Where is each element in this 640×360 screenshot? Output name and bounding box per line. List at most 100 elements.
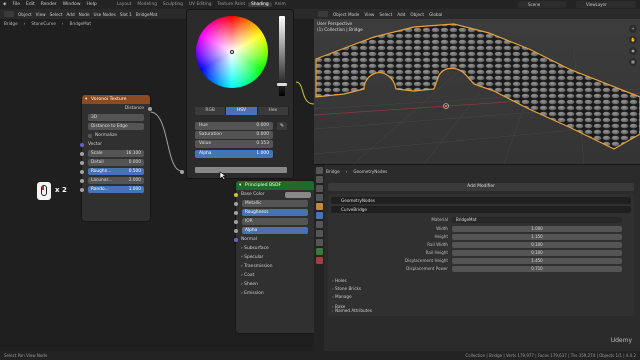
node-menu-node[interactable]: Node (79, 12, 90, 17)
tool-tab-icon[interactable] (315, 167, 323, 174)
add-modifier-button[interactable]: Add Modifier (328, 183, 634, 191)
displacement-power-field[interactable]: 0.710 (452, 265, 622, 272)
constraints-tab-icon[interactable] (315, 239, 323, 246)
voronoi-node-title[interactable]: Voronoi Texture (82, 95, 150, 104)
eyedropper-icon[interactable]: ✎ (277, 122, 287, 130)
rail-height-field[interactable]: 0.100 (452, 249, 622, 256)
scale-input-socket[interactable] (80, 151, 84, 156)
displacement-height-field[interactable]: 1.450 (452, 257, 622, 264)
alpha-field[interactable]: Alpha 1.000 (195, 150, 273, 158)
zoom-icon[interactable]: + (629, 25, 637, 33)
modifier-name-field[interactable]: GeometryNodes (331, 197, 631, 204)
transform-orientation-dropdown[interactable]: Global (429, 12, 442, 17)
value-field[interactable]: Value 0.153 (195, 140, 273, 148)
width-field[interactable]: 1.000 (452, 225, 622, 232)
camera-icon[interactable]: ◉ (629, 47, 637, 55)
tab-hsv[interactable]: HSV (226, 107, 258, 115)
scene-selector[interactable]: Scene (518, 1, 566, 8)
slot-dropdown[interactable]: Slot 1 (120, 12, 132, 17)
base-color-socket[interactable] (234, 192, 238, 197)
workspace-tab-texture-paint[interactable]: Texture Paint (214, 2, 248, 7)
tab-rgb[interactable]: RGB (195, 107, 227, 115)
object-tab-icon[interactable] (315, 203, 323, 210)
panel-sheen[interactable]: › Sheen (236, 280, 314, 289)
ior-socket[interactable] (234, 219, 238, 224)
node-menu-view[interactable]: View (36, 12, 46, 17)
subpanel-holes[interactable]: Holes (332, 277, 347, 284)
alpha-socket[interactable] (234, 228, 238, 233)
node-group-selector[interactable]: CurveBridge (331, 206, 631, 213)
roughness-input-socket[interactable] (80, 169, 84, 174)
grid-icon[interactable]: ▦ (629, 58, 637, 66)
workspace-tab-modeling[interactable]: Modeling (134, 2, 160, 7)
pan-hand-icon[interactable]: ✋ (629, 36, 637, 44)
workspace-tab-sculpting[interactable]: Sculpting (160, 2, 186, 7)
color-wheel-cursor[interactable] (230, 50, 234, 54)
panel-subsurface[interactable]: › Subsurface (236, 244, 314, 253)
principled-bsdf-node[interactable]: Principled BSDF Base Color Metallic Roug… (234, 181, 314, 333)
value-slider-handle[interactable] (277, 83, 287, 86)
panel-transmission[interactable]: › Transmission (236, 262, 314, 271)
ior-field[interactable]: IOR (242, 218, 308, 225)
vector-input-socket[interactable] (80, 142, 84, 147)
bsdf-node-title[interactable]: Principled BSDF (236, 181, 314, 190)
color-picker-popup[interactable]: RGB HSV Hex Hue 0.000 Saturation 0.000 Val… (186, 9, 294, 179)
data-tab-icon[interactable] (315, 248, 323, 255)
material-selector[interactable]: BridgeMat (136, 12, 157, 17)
material-prop-field[interactable]: BridgeMat (452, 216, 622, 223)
roughness-socket[interactable] (234, 210, 238, 215)
saturation-field[interactable]: Saturation 0.000 (195, 131, 273, 139)
bsdf-alpha-field[interactable]: Alpha (242, 227, 308, 234)
randomness-input-socket[interactable] (80, 187, 84, 192)
detail-field[interactable]: Detail 0.000 (88, 159, 144, 166)
normalize-checkbox[interactable] (88, 133, 92, 138)
menu-help[interactable]: Help (84, 2, 100, 7)
shader-node-editor[interactable]: Object View Select Add Node Use Nodes Sl… (0, 9, 314, 351)
dimension-dropdown[interactable]: 3D (88, 114, 144, 121)
fac-input-socket[interactable] (180, 169, 184, 174)
scene-tab-icon[interactable] (315, 194, 323, 201)
detail-input-socket[interactable] (80, 160, 84, 165)
hue-field[interactable]: Hue 0.000 (195, 122, 273, 130)
3d-viewport[interactable]: Object Mode View Select Add Object Globa… (314, 9, 640, 164)
properties-editor[interactable]: Bridge › GeometryNodes Add Modifier Geom… (314, 164, 640, 352)
voronoi-roughness-field[interactable]: Roughn... 0.500 (88, 168, 144, 175)
panel-coat[interactable]: › Coat (236, 271, 314, 280)
workspace-tab-uv-editing[interactable]: UV Editing (186, 2, 214, 7)
feature-dropdown[interactable]: Distance to Edge (88, 123, 144, 130)
subpanel-named-attributes[interactable]: Named Attributes (332, 307, 372, 314)
workspace-tab-anim[interactable]: Anim (272, 2, 289, 7)
scale-field[interactable]: Scale 16.100 (88, 150, 144, 157)
view-layer-selector[interactable]: ViewLayer (576, 1, 636, 8)
object-mode-dropdown[interactable]: Object Mode (333, 12, 359, 17)
modifier-tab-icon[interactable] (315, 212, 323, 219)
metallic-field[interactable]: Metallic (242, 200, 308, 207)
tab-hex[interactable]: Hex (257, 107, 289, 115)
material-tab-icon[interactable] (315, 257, 323, 264)
menu-window[interactable]: Window (60, 2, 84, 7)
workspace-tab-shading[interactable]: Shading (248, 2, 272, 7)
viewport-menu-add[interactable]: Add (397, 12, 405, 17)
physics-tab-icon[interactable] (315, 230, 323, 237)
node-menu-select[interactable]: Select (50, 12, 63, 17)
viewport-menu-view[interactable]: View (364, 12, 374, 17)
editor-type-icon[interactable] (4, 11, 14, 17)
viewport-editor-type-icon[interactable] (318, 11, 328, 17)
subpanel-manage[interactable]: Manage (332, 293, 352, 300)
menu-render[interactable]: Render (38, 2, 60, 7)
blender-logo-icon[interactable]: ◈ (0, 2, 9, 7)
workspace-tab-layout[interactable]: Layout (114, 2, 135, 7)
output-tab-icon[interactable] (315, 185, 323, 192)
particles-tab-icon[interactable] (315, 221, 323, 228)
panel-specular[interactable]: › Specular (236, 253, 314, 262)
bsdf-roughness-field[interactable]: Roughness (242, 209, 308, 216)
normal-socket[interactable] (234, 237, 238, 242)
node-menu-add[interactable]: Add (67, 12, 75, 17)
menu-edit[interactable]: Edit (23, 2, 38, 7)
lacunarity-input-socket[interactable] (80, 178, 84, 183)
lacunarity-field[interactable]: Lacunar... 2.000 (88, 177, 144, 184)
viewport-menu-object[interactable]: Object (410, 12, 424, 17)
voronoi-texture-node[interactable]: Voronoi Texture Distance 3D Distance to … (80, 95, 152, 221)
base-color-swatch[interactable] (285, 191, 311, 198)
menu-file[interactable]: File (9, 2, 23, 7)
